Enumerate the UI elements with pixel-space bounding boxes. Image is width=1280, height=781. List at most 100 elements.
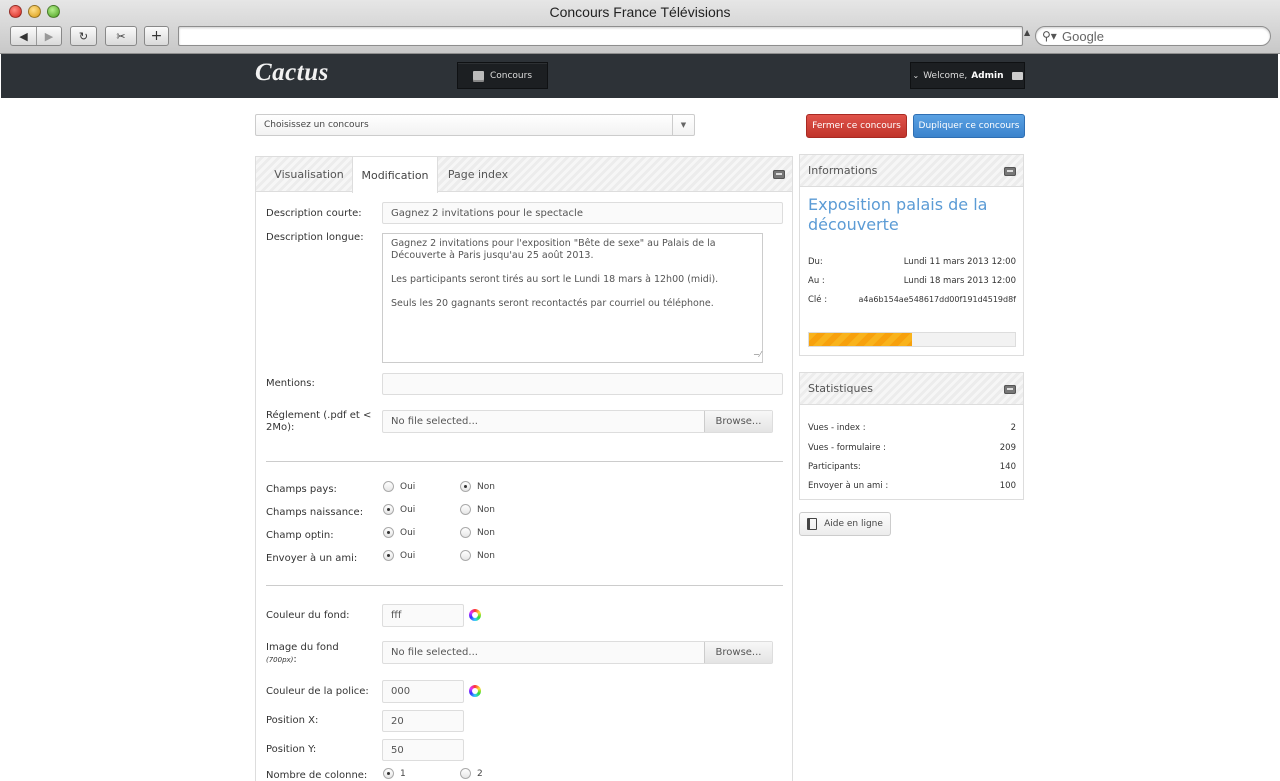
radio-circle: [460, 527, 471, 538]
reload-button[interactable]: ↻: [70, 26, 97, 46]
collapse-icon[interactable]: [1004, 167, 1016, 176]
contest-select-label: Choisissez un concours: [264, 120, 369, 130]
reglement-file-input[interactable]: No file selected... Browse...: [382, 410, 773, 433]
back-forward-buttons: ◀ ▶: [10, 26, 62, 46]
bg-color-input[interactable]: fff: [382, 604, 464, 627]
stats-label: Vues - index :: [808, 423, 866, 433]
radio-envoyer-ami-non[interactable]: Non: [460, 550, 495, 561]
stats-row: Envoyer à un ami : 100: [808, 481, 1016, 491]
bg-image-size-hint: (700px): [266, 656, 294, 664]
stats-panel-title: Statistiques: [808, 382, 873, 395]
plus-icon: +: [150, 28, 163, 44]
app-logo[interactable]: Cactus: [255, 59, 329, 87]
radio-champs-naissance-oui[interactable]: Oui: [383, 504, 415, 515]
tab-page-index[interactable]: Page index: [442, 157, 514, 192]
radio-label: Envoyer à un ami:: [266, 553, 358, 564]
tab-modification[interactable]: Modification: [352, 157, 438, 193]
window-title: Concours France Télévisions: [549, 4, 731, 20]
nav-tab-concours[interactable]: Concours: [457, 62, 548, 89]
radio-circle: [383, 550, 394, 561]
radio-option-label: Oui: [400, 504, 416, 515]
browse-button[interactable]: Browse...: [704, 642, 772, 663]
user-menu[interactable]: ⌄ Welcome, Admin: [910, 62, 1025, 89]
reglement-label-line: Réglement (.pdf et <: [266, 410, 372, 421]
radio-columns-2[interactable]: 2: [460, 768, 483, 779]
add-bookmark-button[interactable]: +: [144, 26, 169, 46]
pos-y-input[interactable]: 50: [382, 739, 464, 761]
radio-circle: [383, 768, 394, 779]
info-label: Du:: [808, 257, 823, 267]
info-value: Lundi 18 mars 2013 12:00: [903, 276, 1016, 286]
url-dropdown-icon[interactable]: ▲: [1024, 28, 1030, 37]
radio-option-label: 1: [400, 768, 406, 779]
long-desc-label: Description longue:: [266, 232, 364, 243]
font-color-input[interactable]: 000: [382, 680, 464, 703]
help-button[interactable]: Aide en ligne: [799, 512, 891, 536]
info-label: Clé :: [808, 295, 828, 305]
stats-row: Vues - formulaire : 209: [808, 443, 1016, 453]
stats-value: 209: [999, 443, 1016, 453]
scissors-icon: ✂: [116, 29, 126, 43]
pos-x-input[interactable]: 20: [382, 710, 464, 732]
radio-champs-pays-oui[interactable]: Oui: [383, 481, 415, 492]
radio-option-label: Non: [477, 550, 495, 561]
search-icon: ⚲▾: [1042, 29, 1057, 43]
id-card-icon: [1011, 71, 1023, 80]
reglement-label: Réglement (.pdf et < 2Mo):: [266, 410, 371, 434]
color-wheel-icon[interactable]: [469, 685, 481, 697]
resize-handle-icon[interactable]: −⁄: [753, 349, 761, 361]
short-desc-input[interactable]: Gagnez 2 invitations pour le spectacle: [382, 202, 783, 224]
forward-button[interactable]: ▶: [36, 27, 61, 45]
close-contest-button[interactable]: Fermer ce concours: [806, 114, 907, 138]
radio-label: Champ optin:: [266, 530, 334, 541]
collapse-icon[interactable]: [1004, 385, 1016, 394]
contest-progress-bar: [808, 332, 1016, 347]
radio-circle: [460, 768, 471, 779]
duplicate-contest-button[interactable]: Dupliquer ce concours: [913, 114, 1025, 138]
info-panel-title: Informations: [808, 164, 878, 177]
mentions-label: Mentions:: [266, 378, 315, 389]
contest-select[interactable]: Choisissez un concours ▼: [255, 114, 695, 136]
short-desc-label: Description courte:: [266, 208, 362, 219]
long-desc-paragraph: Seuls les 20 gagnants seront recontactés…: [391, 298, 714, 309]
browser-search-input[interactable]: ⚲▾ Google: [1035, 26, 1271, 46]
radio-option-label: Non: [477, 504, 495, 515]
radio-option-label: Oui: [400, 481, 416, 492]
back-button[interactable]: ◀: [11, 27, 36, 45]
color-wheel-icon[interactable]: [469, 609, 481, 621]
info-row-du: Du: Lundi 11 mars 2013 12:00: [808, 257, 1016, 267]
stack-icon: [472, 71, 484, 80]
info-panel-header: Informations: [800, 155, 1023, 187]
snippet-button[interactable]: ✂: [105, 26, 137, 46]
radio-champ-optin-non[interactable]: Non: [460, 527, 495, 538]
collapse-icon[interactable]: [773, 170, 785, 179]
divider: [266, 461, 783, 462]
long-desc-textarea[interactable]: Gagnez 2 invitations pour l'exposition "…: [382, 233, 763, 363]
back-arrow-icon: ◀: [19, 29, 28, 43]
divider: [266, 585, 783, 586]
browse-button[interactable]: Browse...: [704, 411, 772, 432]
info-row-cle: Clé : a4a6b154ae548617dd00f191d4519d8f: [808, 295, 1016, 305]
stats-row: Participants: 140: [808, 462, 1016, 472]
stats-panel-header: Statistiques: [800, 373, 1023, 405]
info-value: Lundi 11 mars 2013 12:00: [903, 257, 1016, 267]
stats-label: Vues - formulaire :: [808, 443, 886, 453]
forward-arrow-icon: ▶: [44, 29, 54, 43]
radio-champ-optin-oui[interactable]: Oui: [383, 527, 415, 538]
bg-image-colon: :: [293, 654, 297, 665]
radio-option-label: 2: [477, 768, 483, 779]
file-placeholder: No file selected...: [391, 647, 478, 658]
radio-champs-pays-non[interactable]: Non: [460, 481, 495, 492]
url-input[interactable]: [178, 26, 1023, 46]
info-label: Au :: [808, 276, 825, 286]
radio-columns-1[interactable]: 1: [383, 768, 406, 779]
stats-panel: Statistiques Vues - index : 2 Vues - for…: [799, 372, 1024, 500]
bg-image-label-text: Image du fond: [266, 642, 339, 653]
tab-visualisation[interactable]: Visualisation: [268, 157, 350, 192]
radio-champs-naissance-non[interactable]: Non: [460, 504, 495, 515]
welcome-user: Admin: [971, 70, 1004, 81]
stats-row: Vues - index : 2: [808, 423, 1016, 433]
radio-envoyer-ami-oui[interactable]: Oui: [383, 550, 415, 561]
bg-image-file-input[interactable]: No file selected... Browse...: [382, 641, 773, 664]
mentions-input[interactable]: [382, 373, 783, 395]
